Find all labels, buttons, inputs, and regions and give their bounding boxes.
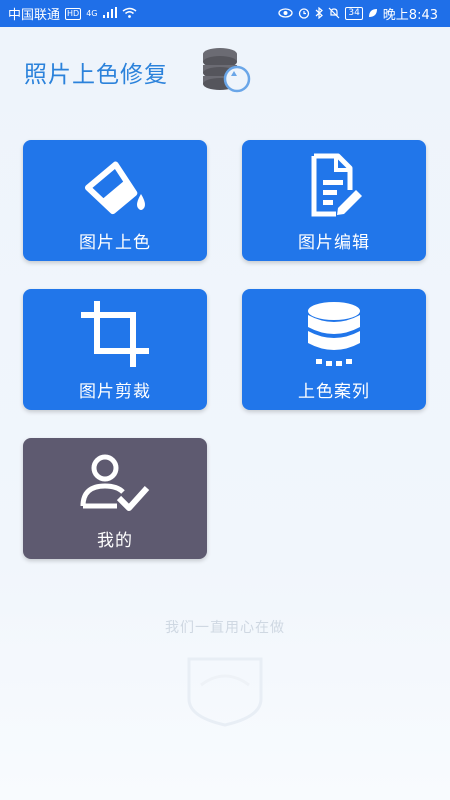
shield-logo-icon [183, 655, 267, 731]
paint-bucket-icon [77, 150, 153, 220]
app-header: 照片上色修复 [0, 27, 450, 112]
eye-icon [278, 7, 293, 20]
status-left: 中国联通 HD 4G [8, 4, 137, 23]
carrier-label: 中国联通 [8, 8, 61, 23]
hd-badge: HD [65, 7, 82, 20]
network-label: 4G [86, 8, 98, 18]
bluetooth-icon [315, 6, 324, 21]
tile-photo-colorize[interactable]: 图片上色 [23, 140, 207, 261]
battery-level: 34 [345, 7, 363, 20]
tile-label: 图片剪裁 [79, 382, 151, 402]
crop-icon [77, 299, 153, 369]
wifi-icon [122, 7, 137, 20]
tile-photo-edit[interactable]: 图片编辑 [242, 140, 426, 261]
signal-icon [102, 7, 117, 20]
status-right: 34 晚上8:43 [278, 4, 438, 23]
leaf-icon [368, 8, 378, 20]
tile-photo-crop[interactable]: 图片剪裁 [23, 289, 207, 410]
mute-bell-icon [328, 7, 340, 21]
page-title: 照片上色修复 [24, 62, 168, 88]
tile-label: 我的 [97, 531, 133, 551]
alarm-icon [298, 7, 310, 21]
tile-color-examples[interactable]: 上色案列 [242, 289, 426, 410]
tile-label: 上色案列 [298, 382, 370, 402]
database-restore-icon [200, 45, 254, 99]
database-icon [296, 299, 372, 369]
document-edit-icon [296, 150, 372, 220]
status-bar: 中国联通 HD 4G 34 晚上8:43 [0, 0, 450, 27]
clock-label: 晚上8:43 [382, 8, 438, 23]
tile-label: 图片上色 [79, 233, 151, 253]
user-check-icon [77, 448, 153, 518]
tile-my-profile[interactable]: 我的 [23, 438, 207, 559]
tile-label: 图片编辑 [298, 233, 370, 253]
footer-slogan: 我们一直用心在做 [165, 620, 285, 636]
